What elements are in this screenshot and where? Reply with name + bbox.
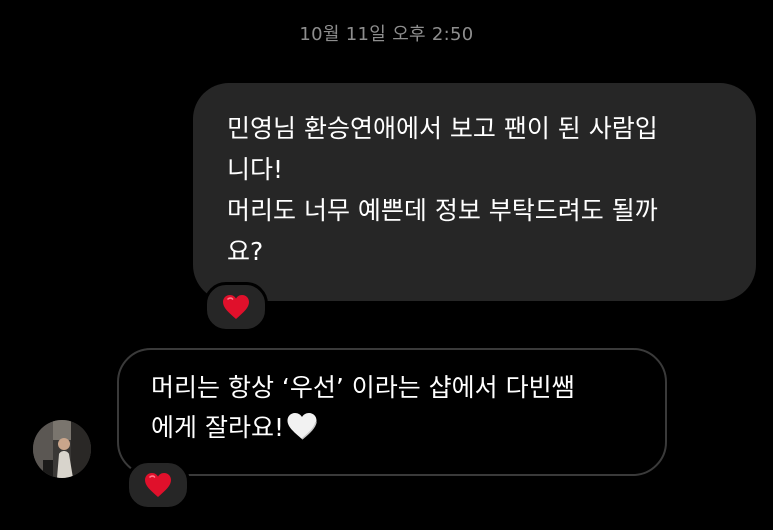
- outgoing-message-bubble[interactable]: 민영님 환승연애에서 보고 팬이 된 사람입 니다! 머리도 너무 예쁜데 정보…: [193, 83, 756, 301]
- outgoing-message-line: 요?: [227, 237, 264, 266]
- incoming-message-line: 에게 잘라요!: [151, 413, 284, 442]
- incoming-reaction-badge[interactable]: [126, 460, 190, 510]
- red-heart-icon: [144, 472, 172, 498]
- white-heart-icon: [286, 412, 318, 440]
- outgoing-message-line: 민영님 환승연애에서 보고 팬이 된 사람입: [227, 114, 658, 143]
- incoming-message-line: 머리는 항상 ‘우선’ 이라는 샵에서 다빈쌤: [151, 373, 575, 402]
- message-timestamp: 10월 11일 오후 2:50: [299, 24, 474, 45]
- profile-avatar[interactable]: [33, 420, 91, 478]
- outgoing-message-line: 머리도 너무 예쁜데 정보 부탁드려도 될까: [227, 196, 658, 225]
- red-heart-icon: [222, 294, 250, 320]
- outgoing-message-line: 니다!: [227, 155, 284, 184]
- incoming-message-bubble[interactable]: 머리는 항상 ‘우선’ 이라는 샵에서 다빈쌤 에게 잘라요!: [117, 348, 667, 476]
- incoming-message-line-with-icon: 에게 잘라요!: [151, 408, 641, 448]
- outgoing-reaction-badge[interactable]: [204, 282, 268, 332]
